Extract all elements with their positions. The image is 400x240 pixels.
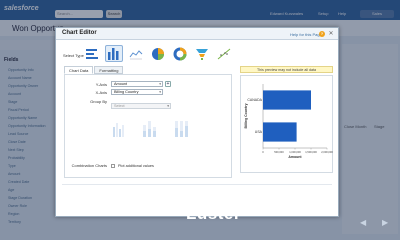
group-by-select[interactable]: Select ▾ — [111, 103, 171, 109]
group-by-label: Group By — [90, 99, 107, 104]
funnel-chart-icon — [196, 48, 208, 60]
vertical-bar-chart-icon — [108, 48, 119, 60]
x-axis-select-value: Billing Country — [114, 90, 139, 94]
x-tick-label: 2,000,000 — [321, 150, 333, 154]
help-for-page-link[interactable]: Help for this Page — [290, 32, 322, 37]
y-axis-label: Y-Axis — [95, 82, 107, 87]
chart-type-pie-button[interactable] — [149, 45, 167, 62]
editor-tabs: Chart Data Formatting — [64, 66, 124, 74]
horizontal-bar-chart-icon — [86, 48, 98, 59]
chevron-down-icon: ▾ — [159, 90, 161, 94]
close-icon[interactable]: ✕ — [328, 31, 334, 37]
stacked-to-100-grouping-icon — [175, 121, 188, 137]
watermark-line-2: Luster — [186, 204, 241, 223]
chevron-down-icon: ▾ — [159, 82, 161, 86]
pie-chart-icon — [152, 47, 164, 60]
plot-additional-values-label: Plot additional values — [118, 164, 154, 168]
dialog-title: Chart Editor — [62, 30, 97, 36]
x-tick-label: 1,000,000 — [289, 150, 301, 154]
x-axis-select[interactable]: Billing Country ▾ — [111, 89, 163, 95]
plot-additional-values-checkbox[interactable] — [111, 164, 115, 168]
grouping-options[interactable] — [111, 115, 211, 139]
preview-bar-chart: CANADA USA 0 500,000 1,000,000 1,500,000 2,000… — [244, 84, 333, 159]
next-icon[interactable]: ▶ — [382, 218, 388, 227]
combination-charts-label: Combination Charts — [71, 163, 107, 168]
y-axis-select-value: Amount — [114, 82, 128, 86]
watermark-line-1: Mind — [186, 185, 228, 204]
stacked-grouping-icon — [143, 121, 156, 137]
add-y-axis-button[interactable]: + — [165, 81, 171, 87]
chart-preview: CANADA USA 0 500,000 1,000,000 1,500,000 2,000… — [240, 75, 333, 173]
y-axis-select[interactable]: Amount ▾ — [111, 81, 163, 87]
x-axis-label: X-Axis — [95, 90, 107, 95]
scatter-chart-icon — [217, 48, 231, 59]
chart-type-donut-button[interactable] — [171, 45, 189, 62]
chevron-down-icon: ▾ — [167, 104, 169, 108]
x-tick-label: 1,500,000 — [305, 150, 317, 154]
y-axis-title: Billing Country — [244, 103, 248, 128]
chart-type-horizontal-bar-button[interactable] — [83, 45, 101, 62]
donut-chart-icon — [173, 47, 187, 60]
chart-type-vertical-bar-button[interactable] — [105, 45, 123, 62]
x-tick-label: 500,000 — [274, 150, 284, 154]
brain-logo-icon — [156, 187, 180, 215]
chart-type-line-button[interactable] — [127, 45, 145, 62]
chart-type-label: Select Type — [63, 53, 84, 58]
help-icon[interactable]: ? — [319, 31, 325, 37]
group-by-select-value: Select — [114, 104, 125, 108]
chart-type-funnel-button[interactable] — [193, 45, 211, 62]
x-tick-label: 0 — [262, 150, 264, 154]
chart-data-form: Y-Axis Amount ▾ + X-Axis Billing Country… — [64, 74, 232, 178]
dialog-header: Chart Editor Help for this Page ? ✕ — [56, 28, 338, 40]
tab-chart-data[interactable]: Chart Data — [64, 66, 94, 74]
previous-icon[interactable]: ◀ — [360, 218, 366, 227]
category-tick-label: USA — [255, 130, 263, 134]
category-tick-label: CANADA — [247, 98, 262, 102]
preview-bar — [263, 122, 297, 142]
preview-bar — [263, 90, 311, 110]
chart-type-scatter-button[interactable] — [215, 45, 233, 62]
side-by-side-grouping-icon — [113, 123, 124, 137]
line-chart-icon — [129, 49, 143, 59]
x-axis-title: Amount — [288, 155, 302, 159]
preview-notice: This preview may not include all data — [240, 66, 333, 73]
tab-formatting[interactable]: Formatting — [94, 66, 124, 74]
